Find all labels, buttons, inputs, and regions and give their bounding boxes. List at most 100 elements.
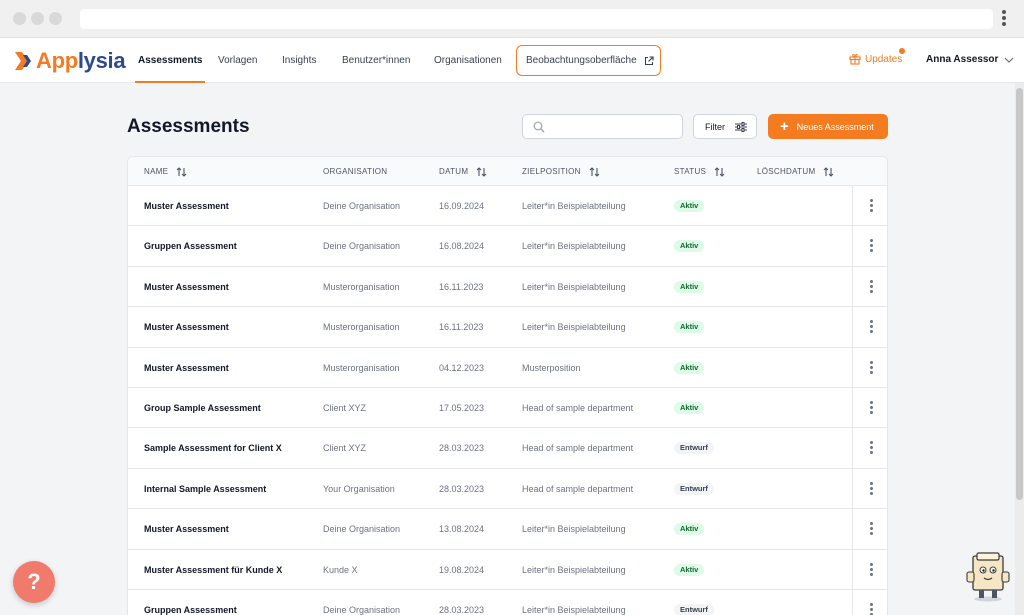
- table-row[interactable]: Muster Assessment Musterorganisation 16.11…: [128, 266, 887, 308]
- table-row[interactable]: Muster Assessment Deine Organisation 16.09…: [128, 186, 887, 227]
- nav-organisationen[interactable]: Organisationen: [434, 38, 502, 83]
- table-row[interactable]: Gruppen Assessment Deine Organisation 16.0…: [128, 226, 887, 267]
- nav-assessments[interactable]: Assessments: [134, 38, 206, 83]
- sort-icon: [176, 166, 187, 177]
- assessment-date: 04.12.2023: [439, 362, 485, 373]
- row-actions-menu-icon[interactable]: [868, 279, 874, 294]
- assessment-organisation: Musterorganisation: [323, 322, 400, 333]
- search-input[interactable]: [522, 114, 683, 139]
- row-actions-menu-icon[interactable]: [868, 522, 874, 536]
- table-row[interactable]: Gruppen Assessment Deine Organisation 28.0…: [128, 590, 887, 615]
- row-actions-menu-icon[interactable]: [868, 441, 874, 455]
- assessment-name[interactable]: Muster Assessment für Kunde X: [144, 550, 282, 590]
- column-header-status[interactable]: STATUS: [674, 157, 725, 186]
- sort-icon: [714, 166, 725, 177]
- address-bar[interactable]: [80, 9, 993, 29]
- gift-icon: [849, 53, 861, 65]
- row-actions-menu-icon[interactable]: [868, 360, 874, 375]
- nav-beobachtungsoberflaeche[interactable]: Beobachtungsoberfläche: [516, 45, 661, 76]
- applysia-logo[interactable]: Applysia: [15, 48, 126, 74]
- row-actions-menu-icon[interactable]: [868, 320, 874, 334]
- assessment-name[interactable]: Muster Assessment: [144, 267, 229, 307]
- column-header-loeschdatum[interactable]: LÖSCHDATUM: [757, 157, 834, 186]
- assessment-name[interactable]: Muster Assessment: [144, 307, 229, 347]
- updates-label: Updates: [865, 53, 903, 65]
- assessment-organisation: Your Organisation: [323, 483, 395, 494]
- table-row[interactable]: Muster Assessment Musterorganisation 16.11…: [128, 307, 887, 348]
- assessment-position: Leiter*in Beispielabteilung: [522, 564, 626, 575]
- assessment-organisation: Deine Organisation: [323, 605, 401, 615]
- assessment-date: 28.03.2023: [439, 605, 485, 615]
- sort-icon: [589, 166, 600, 177]
- nav-vorlagen[interactable]: Vorlagen: [218, 38, 257, 83]
- table-row[interactable]: Muster Assessment für Kunde X Kunde X 19.0…: [128, 549, 887, 590]
- assessment-organisation: Deine Organisation: [323, 241, 401, 252]
- scrollbar-thumb[interactable]: [1016, 88, 1023, 500]
- actions-divider: [852, 347, 853, 388]
- status-badge: Entwurf: [674, 604, 714, 615]
- chevron-down-icon: [1005, 57, 1014, 63]
- help-button[interactable]: ?: [13, 561, 55, 603]
- user-name: Anna Assessor: [926, 54, 999, 65]
- status-badge: Aktiv: [674, 280, 705, 293]
- assessment-date: 16.11.2023: [439, 322, 484, 333]
- column-header-zielposition[interactable]: ZIELPOSITION: [522, 157, 600, 186]
- nav-ext-label: Beobachtungsoberfläche: [526, 55, 637, 66]
- table-row[interactable]: Muster Assessment Deine Organisation 13.08…: [128, 509, 887, 550]
- table-row[interactable]: Muster Assessment Musterorganisation 04.12…: [128, 347, 887, 388]
- actions-divider: [852, 388, 853, 428]
- column-header-datum[interactable]: DATUM: [439, 157, 487, 186]
- row-actions-menu-icon[interactable]: [868, 603, 874, 615]
- new-assessment-button[interactable]: + Neues Assessment: [768, 114, 888, 139]
- status-badge: Aktiv: [674, 523, 705, 536]
- assessment-name[interactable]: Group Sample Assessment: [144, 388, 261, 428]
- assessment-position: Musterposition: [522, 362, 581, 373]
- assessment-name[interactable]: Internal Sample Assessment: [144, 469, 266, 509]
- assessment-organisation: Client XYZ: [323, 443, 367, 454]
- browser-menu-icon[interactable]: [1000, 10, 1008, 28]
- assessment-organisation: Client XYZ: [323, 403, 367, 413]
- actions-divider: [852, 226, 853, 267]
- row-actions-menu-icon[interactable]: [868, 239, 874, 253]
- row-actions-menu-icon[interactable]: [868, 562, 874, 577]
- row-actions-menu-icon[interactable]: [868, 481, 874, 496]
- table-row[interactable]: Group Sample Assessment Client XYZ 17.05.2…: [128, 388, 887, 429]
- assessment-name[interactable]: Gruppen Assessment: [144, 226, 237, 266]
- browser-chrome: [0, 0, 1024, 38]
- page-title: Assessments: [127, 116, 250, 137]
- nav-insights[interactable]: Insights: [282, 38, 316, 83]
- search-icon: [533, 121, 545, 133]
- assessment-name[interactable]: Sample Assessment for Client X: [144, 428, 282, 468]
- row-actions-menu-icon[interactable]: [868, 401, 874, 415]
- assessment-organisation: Musterorganisation: [323, 281, 400, 292]
- assessment-date: 17.05.2023: [439, 403, 485, 413]
- status-badge: Aktiv: [674, 321, 705, 334]
- row-actions-menu-icon[interactable]: [868, 199, 874, 213]
- status-badge: Aktiv: [674, 402, 705, 414]
- updates-button[interactable]: Updates: [849, 53, 902, 65]
- assessment-name[interactable]: Muster Assessment: [144, 348, 229, 388]
- status-badge: Entwurf: [674, 442, 714, 455]
- table-row[interactable]: Sample Assessment for Client X Client XYZ…: [128, 428, 887, 469]
- assessment-name[interactable]: Muster Assessment: [144, 509, 229, 549]
- actions-divider: [852, 468, 853, 509]
- actions-divider: [852, 509, 853, 550]
- actions-divider: [852, 186, 853, 226]
- assessment-name[interactable]: Muster Assessment: [144, 186, 229, 226]
- nav-benutzer[interactable]: Benutzer*innen: [342, 38, 410, 83]
- window-dot: [31, 12, 44, 25]
- actions-divider: [852, 549, 853, 590]
- status-badge: Aktiv: [674, 563, 705, 576]
- mascot-icon[interactable]: [966, 552, 1010, 602]
- filter-button[interactable]: Filter: [693, 114, 757, 139]
- table-header: NAME ORGANISATION DATUM ZIELPOSITION STA…: [128, 157, 887, 186]
- assessment-name[interactable]: Gruppen Assessment: [144, 590, 237, 615]
- actions-divider: [852, 428, 853, 469]
- table-row[interactable]: Internal Sample Assessment Your Organisat…: [128, 468, 887, 510]
- external-link-icon: [644, 55, 654, 65]
- assessment-date: 13.08.2024: [439, 524, 485, 535]
- assessment-date: 28.03.2023: [439, 483, 485, 494]
- column-header-name[interactable]: NAME: [144, 157, 187, 186]
- new-assessment-label: Neues Assessment: [796, 121, 874, 132]
- user-menu[interactable]: Anna Assessor: [926, 54, 1014, 65]
